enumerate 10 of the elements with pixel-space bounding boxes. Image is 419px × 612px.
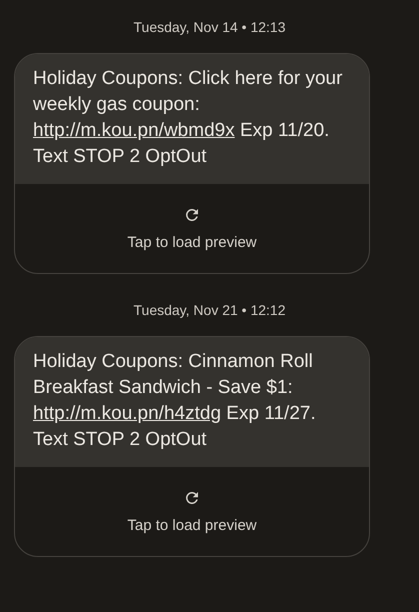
message-timestamp: Tuesday, Nov 21 • 12:12 xyxy=(134,301,286,320)
message-link[interactable]: http://m.kou.pn/wbmd9x xyxy=(33,120,235,141)
message-timestamp: Tuesday, Nov 14 • 12:13 xyxy=(134,18,286,37)
refresh-icon xyxy=(183,206,201,224)
load-preview-button[interactable]: Tap to load preview xyxy=(15,467,369,556)
message-text: Holiday Coupons: Cinnamon Roll Breakfast Sandwich - Save $1: http://m.kou.pn/h4ztdg Exp 11/27. Text STOP 2 OptOut xyxy=(15,337,369,467)
message-text: Holiday Coupons: Click here for your weekly gas coupon: http://m.kou.pn/wbmd9x Exp 11/20. Text STOP 2 OptOut xyxy=(15,54,369,184)
message-link[interactable]: http://m.kou.pn/h4ztdg xyxy=(33,403,222,424)
refresh-icon xyxy=(183,489,201,507)
load-preview-button[interactable]: Tap to load preview xyxy=(15,184,369,273)
